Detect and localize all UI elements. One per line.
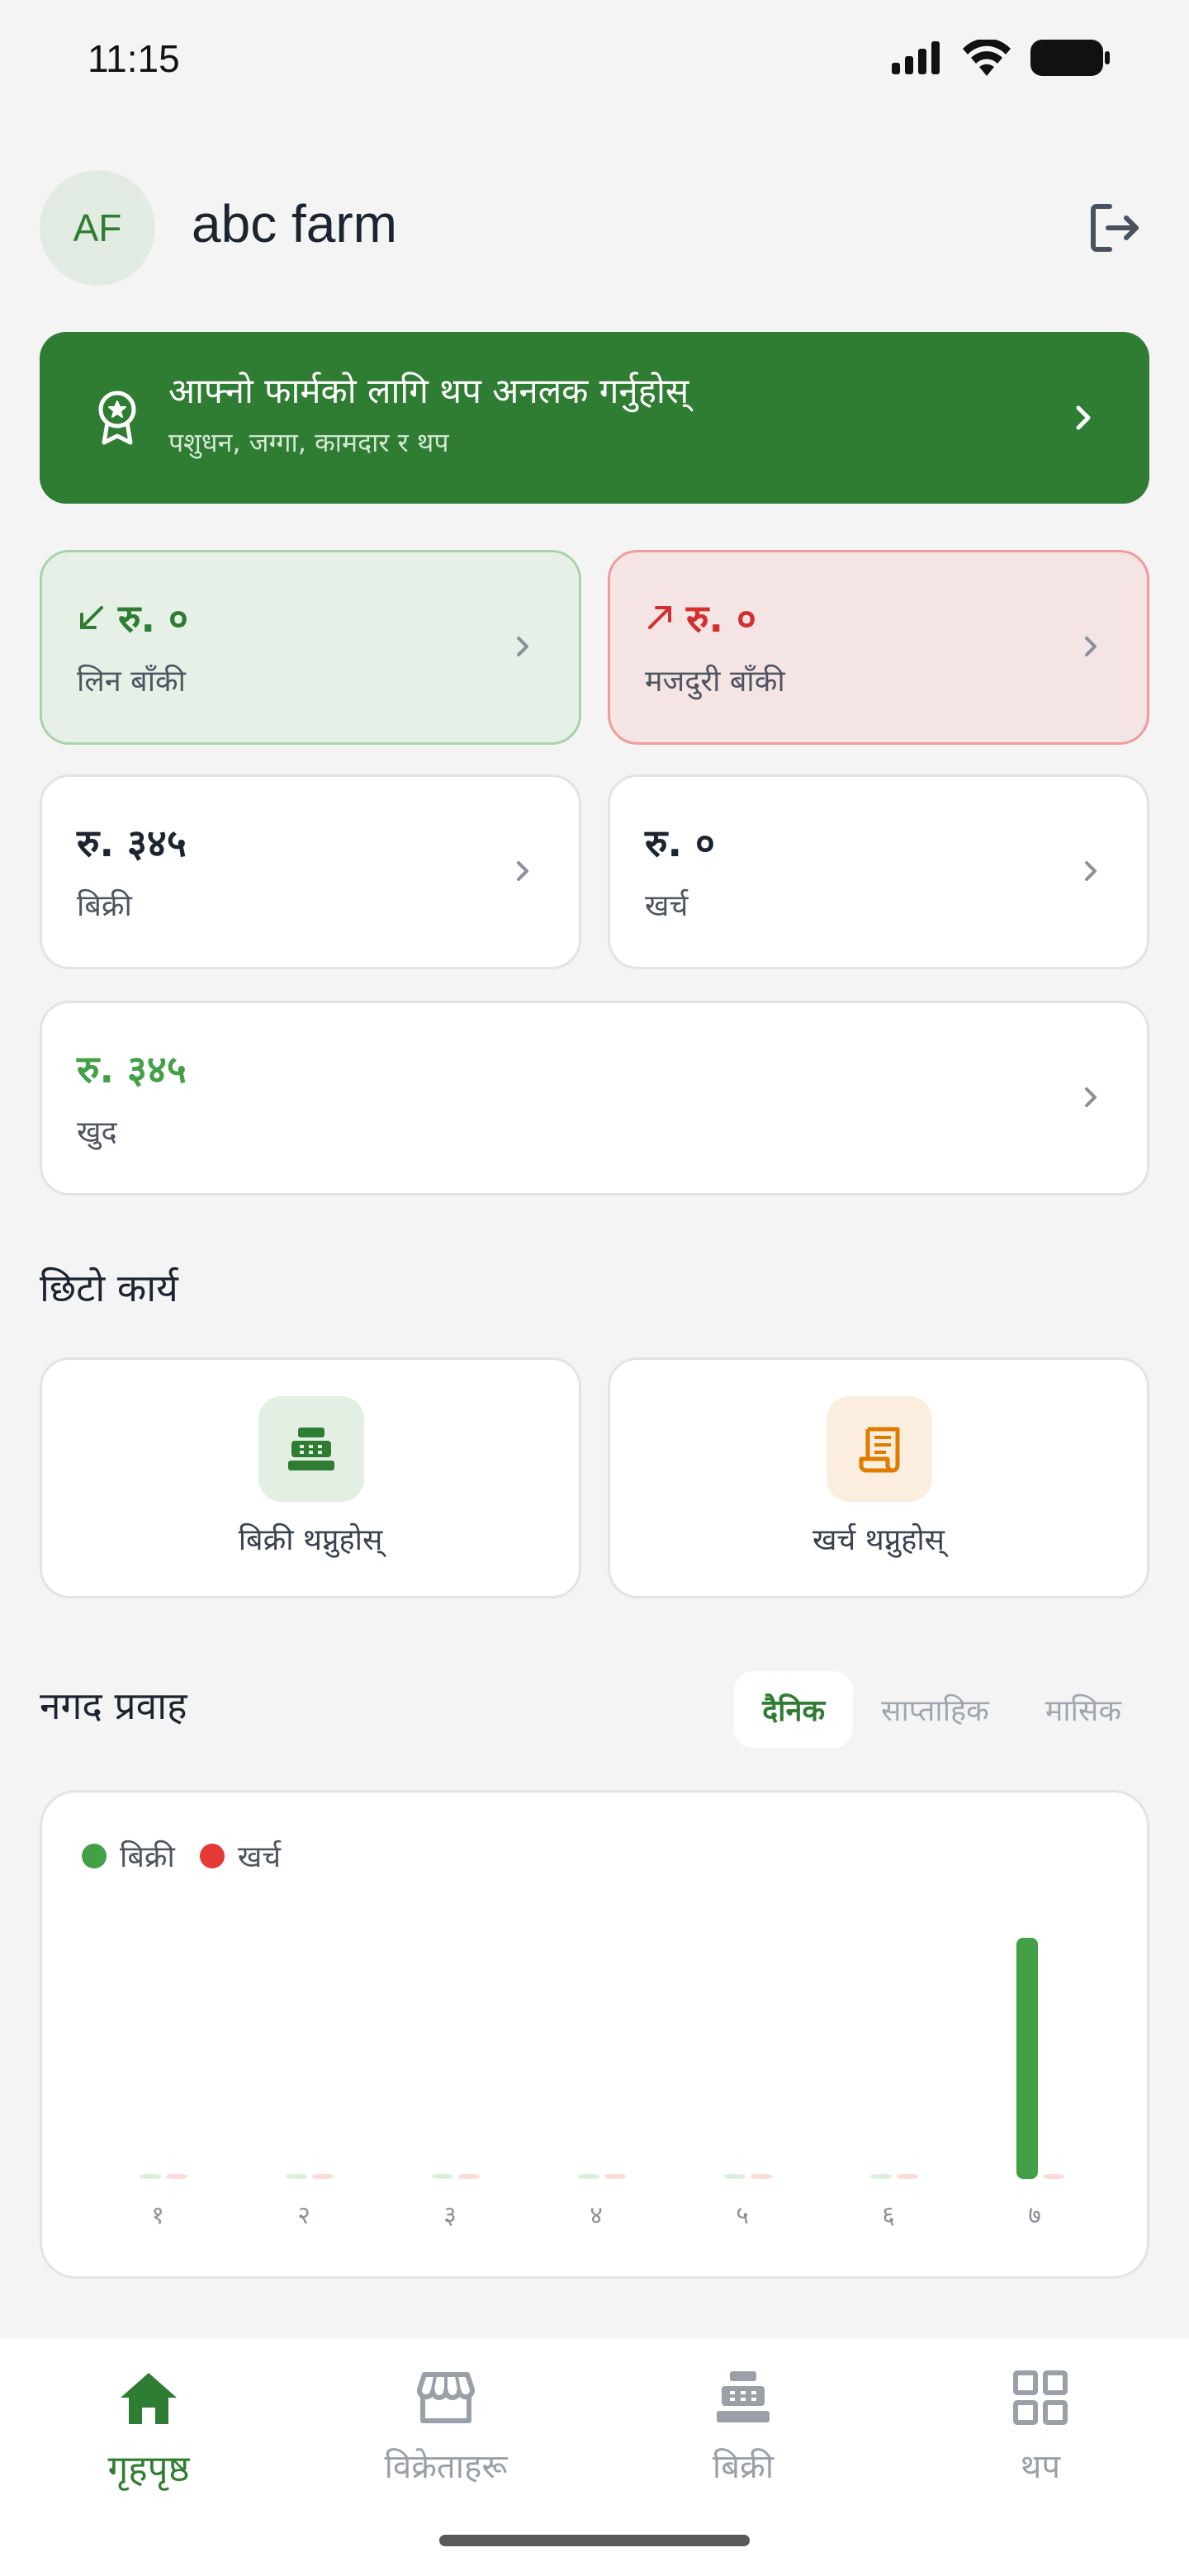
receivable-amount: रु. ० bbox=[118, 596, 188, 641]
nav-label-sales: बिक्री bbox=[712, 2448, 775, 2486]
bar-expense-1 bbox=[166, 2174, 187, 2179]
tab-weekly[interactable]: साप्ताहिक bbox=[853, 1671, 1017, 1748]
bar-expense-2 bbox=[312, 2174, 334, 2179]
tab-monthly[interactable]: मासिक bbox=[1017, 1671, 1149, 1748]
expense-amount: रु. ० bbox=[645, 821, 715, 865]
x-tick-label: ५ bbox=[736, 2201, 749, 2230]
bar-expense-7 bbox=[1043, 2174, 1064, 2179]
nav-item-home[interactable]: गृहपृष्ठ bbox=[0, 2365, 297, 2492]
chevron-right-icon bbox=[517, 861, 528, 881]
arrow-down-left-icon bbox=[80, 606, 103, 629]
quick-actions-title: छिटो कार्य bbox=[40, 1266, 178, 1310]
farm-name: abc farm bbox=[192, 194, 397, 253]
add-sale-button[interactable]: बिक्री थप्नुहोस् bbox=[40, 1357, 581, 1598]
chevron-right-icon bbox=[517, 637, 528, 656]
net-amount: रु. ३४५ bbox=[77, 1047, 187, 1091]
nav-label-vendors: विक्रेताहरू bbox=[384, 2448, 508, 2486]
bar-expense-4 bbox=[604, 2174, 626, 2179]
chart-plot: १ २ ३ ४ ५ ६ ७ bbox=[140, 1938, 1064, 2230]
wifi-icon bbox=[963, 40, 1011, 76]
banner-subtitle: पशुधन, जग्गा, कामदार र थप bbox=[168, 427, 449, 458]
bar-sales-6 bbox=[870, 2174, 892, 2179]
receivable-label: लिन बाँकी bbox=[77, 665, 187, 698]
period-tabs: दैनिक साप्ताहिक मासिक bbox=[734, 1671, 1149, 1748]
bar-expense-5 bbox=[751, 2174, 772, 2179]
x-tick-label: ७ bbox=[1028, 2201, 1041, 2230]
wages-due-label: मजदुरी बाँकी bbox=[645, 665, 785, 698]
expense-card[interactable]: रु. ० खर्च bbox=[608, 774, 1149, 969]
upgrade-banner[interactable]: आफ्नो फार्मको लागि थप अनलक गर्नुहोस् पशु… bbox=[40, 332, 1149, 504]
bar-expense-6 bbox=[897, 2174, 918, 2179]
bar-sales-2 bbox=[286, 2174, 307, 2179]
wages-due-card[interactable]: रु. ० मजदुरी बाँकी bbox=[608, 550, 1149, 745]
sales-card[interactable]: रु. ३४५ बिक्री bbox=[40, 774, 581, 969]
chevron-right-icon bbox=[1085, 861, 1097, 881]
nav-item-sales[interactable]: बिक्री bbox=[594, 2365, 892, 2488]
signal-icon bbox=[892, 41, 940, 74]
bar-expense-3 bbox=[458, 2174, 480, 2179]
x-tick-label: २ bbox=[297, 2201, 310, 2230]
x-tick-label: १ bbox=[151, 2201, 164, 2230]
add-sale-label: बिक्री थप्नुहोस् bbox=[238, 1523, 383, 1557]
bar-sales-5 bbox=[724, 2174, 746, 2179]
grid-icon bbox=[1013, 2370, 1068, 2425]
nav-label-more: थप bbox=[1020, 2448, 1061, 2486]
x-tick-label: ४ bbox=[590, 2201, 603, 2230]
bar-sales-3 bbox=[432, 2174, 453, 2179]
battery-icon bbox=[1030, 40, 1110, 76]
nav-item-more[interactable]: थप bbox=[892, 2365, 1189, 2488]
receipt-icon bbox=[827, 1396, 932, 1502]
wages-due-amount: रु. ० bbox=[686, 596, 756, 641]
cash-register-icon bbox=[258, 1396, 364, 1502]
x-tick-label: ६ bbox=[882, 2201, 895, 2230]
logout-icon bbox=[1091, 204, 1139, 252]
add-expense-label: खर्च थप्नुहोस् bbox=[812, 1523, 945, 1557]
home-indicator bbox=[439, 2535, 750, 2546]
net-card[interactable]: रु. ३४५ खुद bbox=[40, 1001, 1149, 1196]
header: AF abc farm bbox=[40, 170, 1149, 286]
nav-label-home: गृहपृष्ठ bbox=[107, 2448, 190, 2490]
bar-sales-4 bbox=[578, 2174, 599, 2179]
add-expense-button[interactable]: खर्च थप्नुहोस् bbox=[608, 1357, 1149, 1598]
home-icon bbox=[121, 2373, 177, 2424]
receivable-card[interactable]: रु. ० लिन बाँकी bbox=[40, 550, 581, 745]
status-time: 11:15 bbox=[88, 37, 180, 80]
expense-label: खर्च bbox=[645, 889, 689, 923]
bar-sales-1 bbox=[140, 2174, 161, 2179]
banner-title: आफ्नो फार्मको लागि थप अनलक गर्नुहोस् bbox=[168, 371, 689, 411]
sales-label: बिक्री bbox=[77, 889, 132, 923]
x-tick-label: ३ bbox=[443, 2201, 457, 2230]
tab-daily[interactable]: दैनिक bbox=[734, 1671, 854, 1748]
bottom-nav: गृहपृष्ठ विक्रेताहरू बिक्री थप bbox=[0, 2338, 1189, 2576]
arrow-up-right-icon bbox=[648, 606, 671, 629]
status-bar: 11:15 bbox=[0, 0, 1189, 107]
chevron-right-icon bbox=[1076, 405, 1091, 430]
chevron-right-icon bbox=[1085, 1087, 1097, 1107]
cash-flow-chart: बिक्री खर्च १२३४५६७ bbox=[40, 1790, 1149, 2279]
logout-button[interactable] bbox=[1080, 193, 1149, 263]
cash-flow-title: नगद प्रवाह bbox=[40, 1683, 187, 1728]
avatar[interactable]: AF bbox=[40, 170, 155, 286]
award-icon bbox=[98, 391, 136, 445]
net-label: खुद bbox=[77, 1115, 117, 1149]
nav-item-vendors[interactable]: विक्रेताहरू bbox=[297, 2365, 594, 2488]
chevron-right-icon bbox=[1085, 637, 1097, 656]
status-icons bbox=[892, 40, 1110, 76]
store-icon bbox=[416, 2372, 476, 2423]
bar-sales-7 bbox=[1016, 1938, 1038, 2179]
sales-amount: रु. ३४५ bbox=[77, 821, 187, 865]
cash-register-icon bbox=[717, 2371, 770, 2422]
